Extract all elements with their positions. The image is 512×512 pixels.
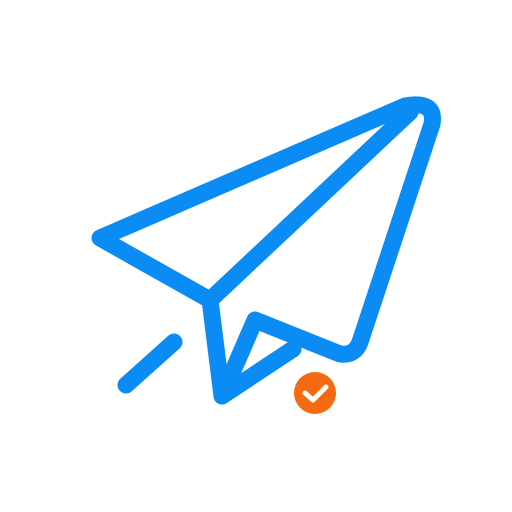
paper-plane-sent-icon [91, 96, 441, 414]
icon-canvas [0, 0, 512, 512]
motion-trail-line [117, 333, 183, 394]
check-badge-icon [294, 372, 336, 414]
